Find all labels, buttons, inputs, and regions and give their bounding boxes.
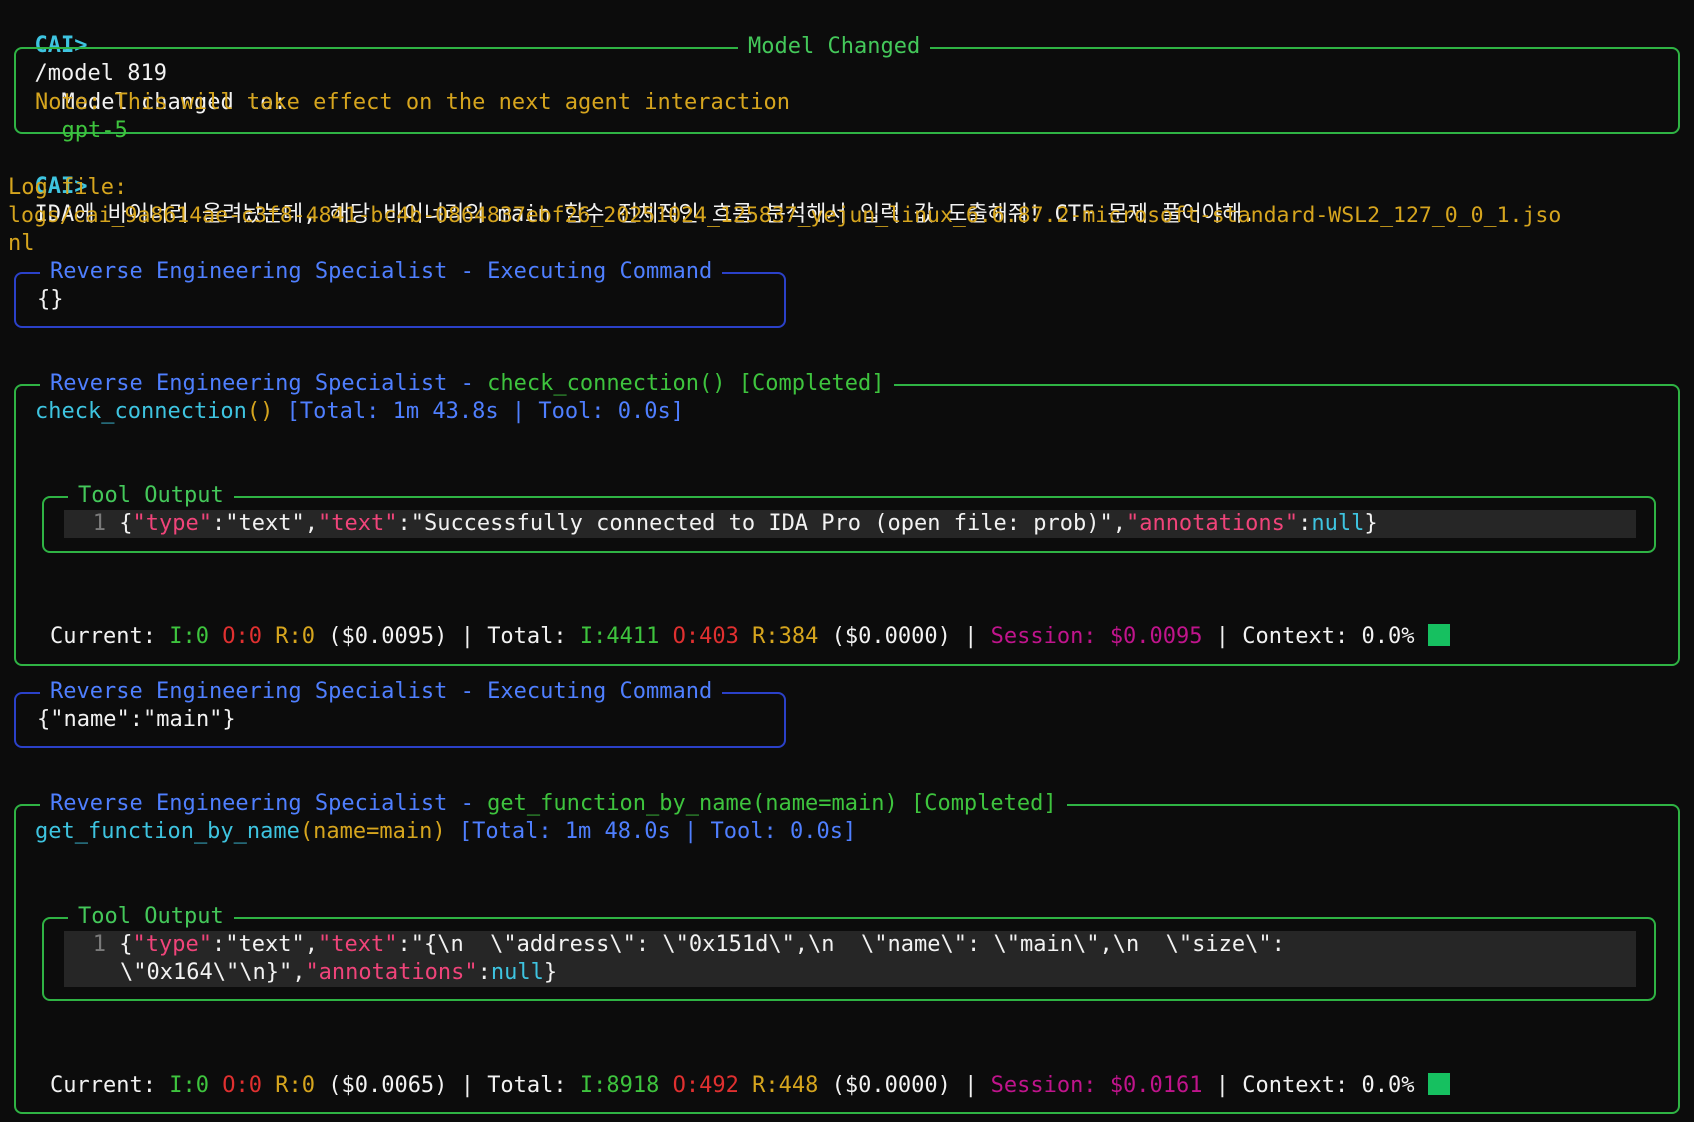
tool-call-agent: Reverse Engineering Specialist (50, 371, 448, 396)
context-indicator-icon (1427, 624, 1450, 646)
code-line: 1 {"type":"text","text":"{\n \"address\"… (64, 931, 1285, 959)
exec-command-title: Reverse Engineering Specialist - Executi… (40, 678, 723, 706)
code-line: 1 {"type":"text","text":"Successfully co… (64, 510, 1378, 538)
line-number: 1 (92, 511, 106, 536)
tool-call-status: check_connection() [Completed] (487, 371, 885, 396)
model-name: gpt-5 (61, 118, 128, 143)
tool-call-title: Reverse Engineering Specialist - get_fun… (40, 790, 1067, 818)
exec-command-args: {"name":"main"} (37, 707, 236, 732)
log-file-path-cont: nl (8, 231, 35, 256)
log-file-label: Log file: (8, 175, 128, 200)
model-changed-title: Model Changed (738, 33, 931, 61)
usage-stats: Current: I:0 O:0 R:0 ($0.0095) | Total: … (50, 623, 1450, 651)
tool-call-summary: get_function_by_name(name=main) [Total: … (35, 818, 856, 846)
exec-command-args: {} (37, 287, 64, 312)
function-name: check_connection (35, 399, 247, 424)
tool-call-agent: Reverse Engineering Specialist (50, 791, 448, 816)
exec-command-title: Reverse Engineering Specialist - Executi… (40, 258, 723, 286)
tool-output-title: Tool Output (68, 903, 234, 931)
model-changed-note: Note: This will take effect on the next … (35, 90, 790, 115)
tool-call-title: Reverse Engineering Specialist - check_c… (40, 370, 895, 398)
usage-stats: Current: I:0 O:0 R:0 ($0.0065) | Total: … (50, 1072, 1450, 1100)
function-name: get_function_by_name (35, 819, 300, 844)
context-indicator-icon (1427, 1073, 1450, 1095)
tool-output-title: Tool Output (68, 482, 234, 510)
function-timing: [Total: 1m 48.0s | Tool: 0.0s] (445, 819, 857, 844)
function-args: () (246, 399, 274, 424)
tool-call-status: get_function_by_name(name=main) [Complet… (487, 791, 1057, 816)
function-timing: [Total: 1m 43.8s | Tool: 0.0s] (273, 399, 685, 424)
code-line-wrap: \"0x164\"\n}","annotations":null} (120, 960, 558, 985)
function-args: (name=main) (299, 819, 446, 844)
line-number: 1 (92, 932, 106, 957)
tool-call-summary: check_connection() [Total: 1m 43.8s | To… (35, 398, 684, 426)
log-file-path: logs/cai_9a8614ae-c3f8-4841-bc4b-0864837… (8, 203, 1562, 228)
